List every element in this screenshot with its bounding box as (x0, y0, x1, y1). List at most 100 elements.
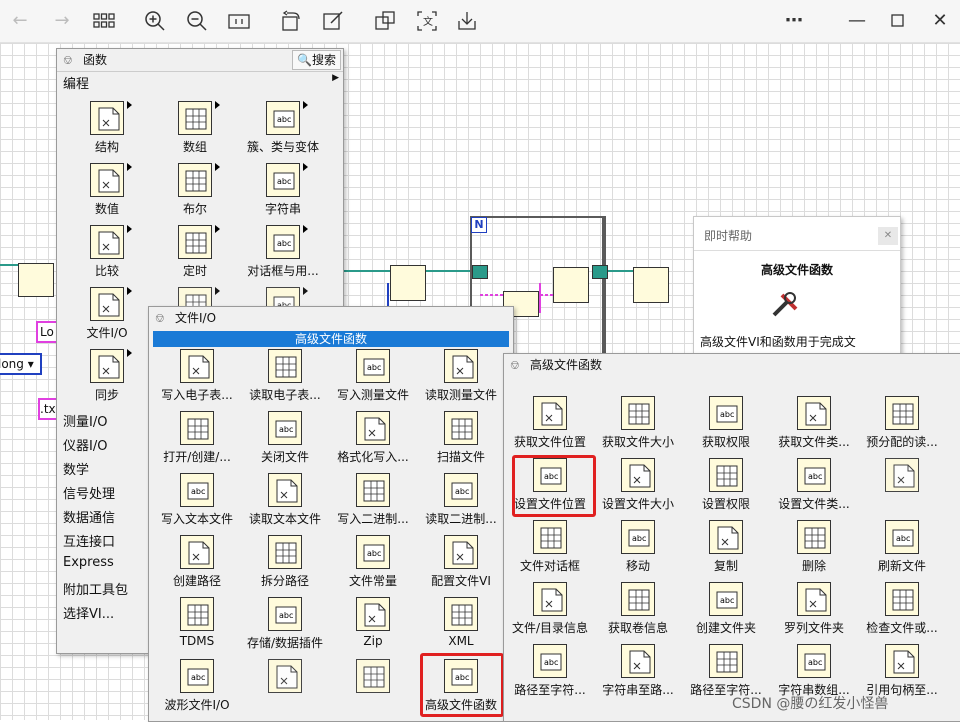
palette-item-icon (178, 163, 220, 197)
context-help-window[interactable]: 即时帮助 ✕ 高级文件函数 高级文件VI和函数用于完成文 (693, 216, 901, 354)
fileio-palette-titlebar[interactable]: ⎊ 文件I/O (149, 307, 513, 329)
palette-item[interactable]: 数值 (63, 163, 151, 221)
snip-icon[interactable] (373, 9, 397, 33)
edit-icon[interactable] (321, 9, 345, 33)
palette-item[interactable]: abc 对话框与用... (239, 225, 327, 283)
fileio-palette[interactable]: ⎊ 文件I/O 高级文件函数 写入电子表... 读取电子表... abc 写入测量文件… (148, 306, 514, 722)
palette-item[interactable]: 获取文件位置 (506, 396, 594, 454)
palette-item[interactable]: 打开/创建/... (153, 411, 241, 469)
context-help-close-icon[interactable]: ✕ (878, 227, 898, 245)
palette-item[interactable]: 格式化写入... (329, 411, 417, 469)
functions-menu-item[interactable]: 数据通信 (63, 507, 115, 526)
loop-count-terminal[interactable]: N (471, 217, 487, 233)
functions-menu-item[interactable]: 信号处理 (63, 483, 115, 502)
palette-item[interactable]: 拆分路径 (241, 535, 329, 593)
shift-register-right[interactable] (592, 265, 608, 279)
palette-item[interactable]: 字符串至路... (594, 644, 682, 702)
close-file-node[interactable] (633, 267, 669, 303)
palette-item[interactable]: 文件对话框 (506, 520, 594, 578)
palette-item[interactable]: XML (417, 597, 505, 655)
palette-item[interactable]: abc 文件常量 (329, 535, 417, 593)
palette-item[interactable]: 配置文件VI (417, 535, 505, 593)
functions-menu-item[interactable]: 测量I/O (63, 411, 107, 430)
close-icon[interactable]: ✕ (928, 9, 952, 33)
pin-icon[interactable]: ⎊ (510, 358, 524, 372)
palette-item[interactable]: abc 写入测量文件 (329, 349, 417, 407)
open-file-node[interactable] (18, 263, 54, 297)
palette-item[interactable]: 定时 (151, 225, 239, 283)
palette-item[interactable]: abc 字符串 (239, 163, 327, 221)
shift-register-left[interactable] (472, 265, 488, 279)
palette-item[interactable]: 设置文件大小 (594, 458, 682, 516)
palette-item[interactable]: 创建路径 (153, 535, 241, 593)
write-text-node[interactable] (553, 267, 589, 303)
palette-item[interactable]: 读取电子表... (241, 349, 329, 407)
search-button[interactable]: 🔍搜索 (292, 50, 341, 70)
palette-item[interactable]: 设置权限 (682, 458, 770, 516)
zoom-in-icon[interactable] (143, 9, 167, 33)
palette-item[interactable]: abc 刷新文件 (858, 520, 946, 578)
pin-icon[interactable]: ⎊ (155, 311, 169, 325)
palette-item[interactable]: abc 读取二进制... (417, 473, 505, 531)
palette-item[interactable]: abc 存储/数据插件 (241, 597, 329, 655)
palette-item[interactable]: 删除 (770, 520, 858, 578)
palette-item[interactable]: 复制 (682, 520, 770, 578)
functions-menu-item[interactable]: 互连接口 (63, 531, 115, 550)
maximize-icon[interactable] (886, 9, 910, 33)
palette-item[interactable]: abc 设置文件类... (770, 458, 858, 516)
functions-menu-item[interactable]: 选择VI... (63, 603, 114, 622)
minimize-icon[interactable]: — (845, 9, 869, 33)
fit-icon[interactable] (227, 9, 251, 33)
palette-item[interactable]: 检查文件或... (858, 582, 946, 640)
palette-item[interactable]: 获取文件类... (770, 396, 858, 454)
palette-item[interactable]: TDMS (153, 597, 241, 655)
palette-item[interactable]: abc 移动 (594, 520, 682, 578)
palette-item[interactable]: 结构 (63, 101, 151, 159)
palette-item[interactable]: abc 波形文件I/O (153, 659, 241, 717)
enum-constant-long[interactable]: long ▾ (0, 353, 42, 375)
zoom-out-icon[interactable] (185, 9, 209, 33)
palette-item[interactable]: 读取测量文件 (417, 349, 505, 407)
functions-menu-item[interactable]: 仪器I/O (63, 435, 107, 454)
palette-item[interactable]: abc 路径至字符... (506, 644, 594, 702)
palette-item[interactable]: 预分配的读... (858, 396, 946, 454)
download-icon[interactable] (455, 9, 479, 33)
palette-item[interactable]: Zip (329, 597, 417, 655)
palette-item[interactable]: 罗列文件夹 (770, 582, 858, 640)
palette-item[interactable]: 获取卷信息 (594, 582, 682, 640)
palette-item[interactable]: 扫描文件 (417, 411, 505, 469)
functions-palette-titlebar[interactable]: ⎊ 函数 🔍搜索 (57, 49, 343, 71)
set-file-position-node[interactable] (390, 265, 426, 301)
translate-icon[interactable]: 文 (415, 9, 439, 33)
forward-icon[interactable]: → (50, 9, 74, 33)
palette-item[interactable]: 文件/目录信息 (506, 582, 594, 640)
palette-item[interactable]: 写入电子表... (153, 349, 241, 407)
rotate-icon[interactable] (279, 9, 303, 33)
palette-item[interactable]: 同步 (63, 349, 151, 407)
palette-item[interactable]: abc 写入文本文件 (153, 473, 241, 531)
palette-item[interactable]: 获取文件大小 (594, 396, 682, 454)
palette-item[interactable] (858, 458, 946, 516)
advanced-file-palette[interactable]: ⎊ 高级文件函数 获取文件位置 获取文件大小 abc 获取权限 获取文件类... 预分配的… (503, 353, 960, 722)
advanced-palette-titlebar[interactable]: ⎊ 高级文件函数 (504, 354, 960, 376)
palette-item[interactable]: abc 关闭文件 (241, 411, 329, 469)
back-icon[interactable]: ← (8, 9, 32, 33)
more-icon[interactable]: ⋯ (782, 9, 806, 33)
palette-item[interactable] (241, 659, 329, 717)
category-header[interactable]: 编程 ▶ (57, 71, 343, 92)
palette-item[interactable]: 布尔 (151, 163, 239, 221)
palette-item[interactable]: abc 获取权限 (682, 396, 770, 454)
palette-item[interactable]: 读取文本文件 (241, 473, 329, 531)
pin-icon[interactable]: ⎊ (63, 53, 77, 67)
palette-item[interactable]: 数组 (151, 101, 239, 159)
functions-menu-item[interactable]: Express (63, 555, 114, 570)
functions-menu-item[interactable]: 数学 (63, 459, 89, 478)
palette-item[interactable]: abc 创建文件夹 (682, 582, 770, 640)
grid-icon[interactable] (92, 9, 116, 33)
palette-item[interactable]: 文件I/O (63, 287, 151, 345)
palette-item[interactable] (329, 659, 417, 717)
palette-item[interactable]: 写入二进制... (329, 473, 417, 531)
palette-item[interactable]: 比较 (63, 225, 151, 283)
functions-menu-item[interactable]: 附加工具包 (63, 579, 128, 598)
palette-item[interactable]: abc 簇、类与变体 (239, 101, 327, 159)
